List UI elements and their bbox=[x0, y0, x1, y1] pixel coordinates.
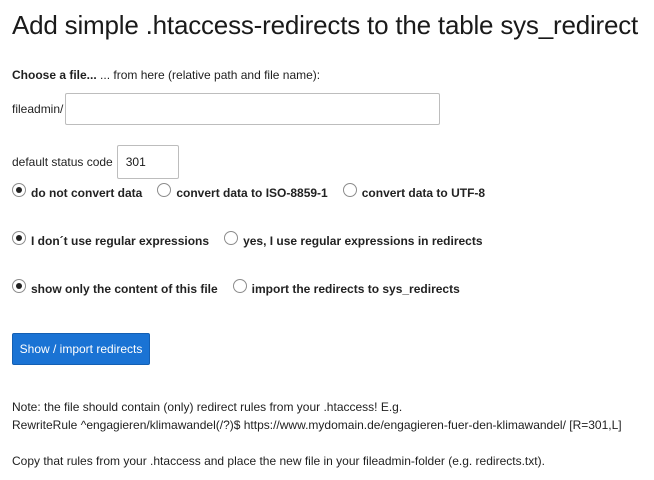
radio-option-utf-8[interactable]: convert data to UTF-8 bbox=[342, 183, 486, 200]
file-path-row: fileadmin/ bbox=[12, 93, 441, 125]
radio-option-no-regex[interactable]: I don´t use regular expressions bbox=[12, 231, 210, 248]
rewrite-rule-example: RewriteRule ^engagieren/klimawandel(/?)$… bbox=[12, 418, 622, 432]
radio-option-import[interactable]: import the redirects to sys_redirects bbox=[232, 279, 460, 296]
radio-label: show only the content of this file bbox=[31, 282, 218, 296]
status-code-row: default status code bbox=[12, 145, 179, 179]
note-text: Note: the file should contain (only) red… bbox=[12, 400, 403, 414]
fileadmin-prefix-label: fileadmin/ bbox=[12, 102, 64, 116]
charset-radio-group: do not convert data convert data to ISO-… bbox=[12, 183, 486, 200]
radio-option-no-convert[interactable]: do not convert data bbox=[12, 183, 143, 200]
file-path-input[interactable] bbox=[65, 93, 441, 125]
radio-label: I don´t use regular expressions bbox=[31, 234, 210, 248]
radio-button[interactable] bbox=[12, 183, 26, 197]
radio-label: import the redirects to sys_redirects bbox=[251, 282, 460, 296]
choose-file-hint: ... from here (relative path and file na… bbox=[96, 68, 321, 82]
radio-label: do not convert data bbox=[31, 186, 143, 200]
status-code-label: default status code bbox=[12, 155, 113, 169]
radio-button[interactable] bbox=[12, 231, 26, 245]
radio-button[interactable] bbox=[342, 183, 357, 197]
mode-radio-group: show only the content of this file impor… bbox=[12, 279, 460, 296]
radio-label: convert data to ISO-8859-1 bbox=[176, 186, 328, 200]
show-import-redirects-button[interactable]: Show / import redirects bbox=[12, 333, 150, 365]
radio-button[interactable] bbox=[232, 279, 247, 293]
radio-button[interactable] bbox=[224, 231, 239, 245]
radio-label: yes, I use regular expressions in redire… bbox=[243, 234, 483, 248]
radio-button[interactable] bbox=[157, 183, 172, 197]
radio-button[interactable] bbox=[12, 279, 26, 293]
choose-file-bold: Choose a file... bbox=[12, 68, 97, 82]
status-code-input[interactable] bbox=[116, 145, 179, 179]
radio-option-iso-8859-1[interactable]: convert data to ISO-8859-1 bbox=[157, 183, 328, 200]
radio-option-use-regex[interactable]: yes, I use regular expressions in redire… bbox=[224, 231, 483, 248]
regex-radio-group: I don´t use regular expressions yes, I u… bbox=[12, 231, 483, 248]
page-title: Add simple .htaccess-redirects to the ta… bbox=[12, 10, 639, 40]
radio-label: convert data to UTF-8 bbox=[361, 186, 486, 200]
choose-file-label: Choose a file... ... from here (relative… bbox=[12, 68, 320, 82]
radio-option-show-only[interactable]: show only the content of this file bbox=[12, 279, 218, 296]
copy-instructions: Copy that rules from your .htaccess and … bbox=[12, 454, 545, 468]
